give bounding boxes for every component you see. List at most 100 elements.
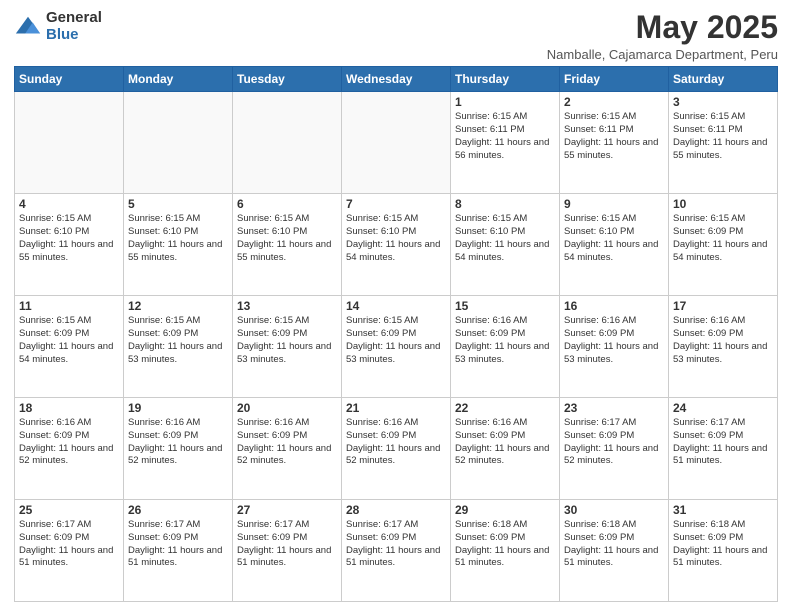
weekday-header: Friday [560, 67, 669, 92]
day-info: Sunrise: 6:16 AM Sunset: 6:09 PM Dayligh… [19, 417, 119, 468]
day-number: 28 [346, 503, 446, 517]
day-number: 12 [128, 299, 228, 313]
calendar-cell [233, 92, 342, 194]
day-info: Sunrise: 6:16 AM Sunset: 6:09 PM Dayligh… [455, 417, 555, 468]
calendar-cell: 22 Sunrise: 6:16 AM Sunset: 6:09 PM Dayli… [451, 398, 560, 500]
title-section: May 2025 Namballe, Cajamarca Department,… [547, 10, 778, 62]
calendar-cell: 23Sunrise: 6:17 AM Sunset: 6:09 PM Dayli… [560, 398, 669, 500]
calendar-week-row: 1 Sunrise: 6:15 AM Sunset: 6:11 PM Daylig… [15, 92, 778, 194]
day-number: 3 [673, 95, 773, 109]
calendar-cell: 14 Sunrise: 6:15 AM Sunset: 6:09 PM Dayli… [342, 296, 451, 398]
day-info: Sunrise: 6:16 AM Sunset: 6:09 PM Dayligh… [237, 417, 337, 468]
calendar-cell: 21 Sunrise: 6:16 AM Sunset: 6:09 PM Dayli… [342, 398, 451, 500]
day-info: Sunrise: 6:18 AM Sunset: 6:09 PM Dayligh… [564, 519, 664, 570]
day-info: Sunrise: 6:15 AM Sunset: 6:11 PM Dayligh… [673, 111, 773, 162]
day-info: Sunrise: 6:16 AM Sunset: 6:09 PM Dayligh… [564, 315, 664, 366]
day-info: Sunrise: 6:15 AM Sunset: 6:10 PM Dayligh… [237, 213, 337, 264]
logo-icon [14, 13, 42, 41]
day-info: Sunrise: 6:15 AM Sunset: 6:11 PM Dayligh… [455, 111, 555, 162]
calendar-cell: 5 Sunrise: 6:15 AM Sunset: 6:10 PM Daylig… [124, 194, 233, 296]
calendar-week-row: 18 Sunrise: 6:16 AM Sunset: 6:09 PM Dayli… [15, 398, 778, 500]
day-number: 9 [564, 197, 664, 211]
day-info: Sunrise: 6:17 AM Sunset: 6:09 PM Dayligh… [673, 417, 773, 468]
day-number: 15 [455, 299, 555, 313]
day-info: Sunrise: 6:18 AM Sunset: 6:09 PM Dayligh… [455, 519, 555, 570]
calendar-cell: 4Sunrise: 6:15 AM Sunset: 6:10 PM Daylig… [15, 194, 124, 296]
day-info: Sunrise: 6:17 AM Sunset: 6:09 PM Dayligh… [346, 519, 446, 570]
day-number: 18 [19, 401, 119, 415]
header: General Blue May 2025 Namballe, Cajamarc… [14, 10, 778, 62]
day-info: Sunrise: 6:15 AM Sunset: 6:09 PM Dayligh… [19, 315, 119, 366]
day-number: 11 [19, 299, 119, 313]
day-number: 17 [673, 299, 773, 313]
day-number: 20 [237, 401, 337, 415]
logo-general: General [46, 10, 102, 27]
day-number: 13 [237, 299, 337, 313]
calendar-cell: 15 Sunrise: 6:16 AM Sunset: 6:09 PM Dayli… [451, 296, 560, 398]
calendar-cell: 28 Sunrise: 6:17 AM Sunset: 6:09 PM Dayli… [342, 500, 451, 602]
month-title: May 2025 [547, 10, 778, 45]
day-number: 1 [455, 95, 555, 109]
day-info: Sunrise: 6:17 AM Sunset: 6:09 PM Dayligh… [19, 519, 119, 570]
day-info: Sunrise: 6:15 AM Sunset: 6:10 PM Dayligh… [19, 213, 119, 264]
calendar-cell: 18 Sunrise: 6:16 AM Sunset: 6:09 PM Dayli… [15, 398, 124, 500]
calendar-cell: 9 Sunrise: 6:15 AM Sunset: 6:10 PM Daylig… [560, 194, 669, 296]
calendar-week-row: 11 Sunrise: 6:15 AM Sunset: 6:09 PM Dayli… [15, 296, 778, 398]
calendar-cell: 7 Sunrise: 6:15 AM Sunset: 6:10 PM Daylig… [342, 194, 451, 296]
page: General Blue May 2025 Namballe, Cajamarc… [0, 0, 792, 612]
day-number: 2 [564, 95, 664, 109]
day-info: Sunrise: 6:16 AM Sunset: 6:09 PM Dayligh… [455, 315, 555, 366]
day-info: Sunrise: 6:15 AM Sunset: 6:10 PM Dayligh… [346, 213, 446, 264]
day-number: 7 [346, 197, 446, 211]
day-info: Sunrise: 6:15 AM Sunset: 6:09 PM Dayligh… [346, 315, 446, 366]
calendar-cell: 8Sunrise: 6:15 AM Sunset: 6:10 PM Daylig… [451, 194, 560, 296]
calendar-cell: 25 Sunrise: 6:17 AM Sunset: 6:09 PM Dayli… [15, 500, 124, 602]
day-number: 29 [455, 503, 555, 517]
day-info: Sunrise: 6:17 AM Sunset: 6:09 PM Dayligh… [237, 519, 337, 570]
calendar-cell: 10 Sunrise: 6:15 AM Sunset: 6:09 PM Dayli… [669, 194, 778, 296]
calendar-week-row: 25 Sunrise: 6:17 AM Sunset: 6:09 PM Dayli… [15, 500, 778, 602]
location-title: Namballe, Cajamarca Department, Peru [547, 47, 778, 62]
day-number: 10 [673, 197, 773, 211]
day-number: 22 [455, 401, 555, 415]
logo: General Blue [14, 10, 102, 43]
calendar-cell: 26 Sunrise: 6:17 AM Sunset: 6:09 PM Dayli… [124, 500, 233, 602]
day-info: Sunrise: 6:17 AM Sunset: 6:09 PM Dayligh… [128, 519, 228, 570]
logo-blue: Blue [46, 27, 102, 44]
day-info: Sunrise: 6:15 AM Sunset: 6:10 PM Dayligh… [128, 213, 228, 264]
day-number: 14 [346, 299, 446, 313]
calendar-cell: 11 Sunrise: 6:15 AM Sunset: 6:09 PM Dayli… [15, 296, 124, 398]
calendar-cell: 16Sunrise: 6:16 AM Sunset: 6:09 PM Dayli… [560, 296, 669, 398]
calendar-cell: 17Sunrise: 6:16 AM Sunset: 6:09 PM Dayli… [669, 296, 778, 398]
calendar-table: SundayMondayTuesdayWednesdayThursdayFrid… [14, 66, 778, 602]
day-info: Sunrise: 6:15 AM Sunset: 6:09 PM Dayligh… [237, 315, 337, 366]
day-info: Sunrise: 6:15 AM Sunset: 6:10 PM Dayligh… [564, 213, 664, 264]
calendar-cell: 29 Sunrise: 6:18 AM Sunset: 6:09 PM Dayli… [451, 500, 560, 602]
day-number: 31 [673, 503, 773, 517]
day-info: Sunrise: 6:18 AM Sunset: 6:09 PM Dayligh… [673, 519, 773, 570]
weekday-header-row: SundayMondayTuesdayWednesdayThursdayFrid… [15, 67, 778, 92]
calendar-cell: 12Sunrise: 6:15 AM Sunset: 6:09 PM Dayli… [124, 296, 233, 398]
calendar-cell [124, 92, 233, 194]
day-number: 5 [128, 197, 228, 211]
day-info: Sunrise: 6:15 AM Sunset: 6:10 PM Dayligh… [455, 213, 555, 264]
weekday-header: Thursday [451, 67, 560, 92]
calendar-cell: 31 Sunrise: 6:18 AM Sunset: 6:09 PM Dayli… [669, 500, 778, 602]
day-info: Sunrise: 6:15 AM Sunset: 6:11 PM Dayligh… [564, 111, 664, 162]
calendar-cell: 19Sunrise: 6:16 AM Sunset: 6:09 PM Dayli… [124, 398, 233, 500]
calendar-cell: 13 Sunrise: 6:15 AM Sunset: 6:09 PM Dayli… [233, 296, 342, 398]
day-info: Sunrise: 6:16 AM Sunset: 6:09 PM Dayligh… [346, 417, 446, 468]
weekday-header: Sunday [15, 67, 124, 92]
weekday-header: Tuesday [233, 67, 342, 92]
day-info: Sunrise: 6:15 AM Sunset: 6:09 PM Dayligh… [673, 213, 773, 264]
calendar-cell [342, 92, 451, 194]
day-number: 26 [128, 503, 228, 517]
day-number: 24 [673, 401, 773, 415]
day-info: Sunrise: 6:17 AM Sunset: 6:09 PM Dayligh… [564, 417, 664, 468]
calendar-cell: 1 Sunrise: 6:15 AM Sunset: 6:11 PM Daylig… [451, 92, 560, 194]
day-number: 21 [346, 401, 446, 415]
day-number: 25 [19, 503, 119, 517]
weekday-header: Saturday [669, 67, 778, 92]
calendar-cell: 20 Sunrise: 6:16 AM Sunset: 6:09 PM Dayli… [233, 398, 342, 500]
weekday-header: Wednesday [342, 67, 451, 92]
